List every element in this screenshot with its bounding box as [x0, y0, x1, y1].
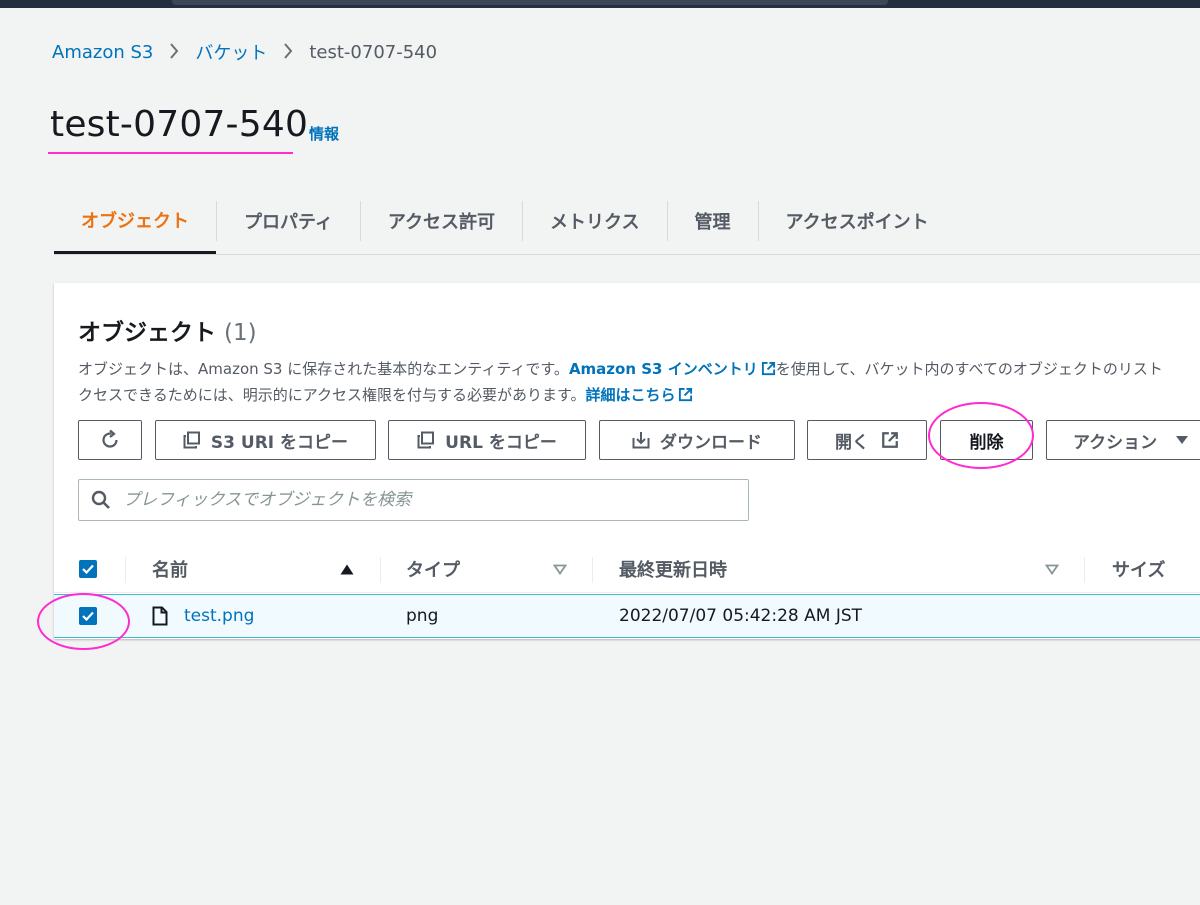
column-header-type[interactable]: タイプ — [406, 545, 460, 593]
download-icon — [632, 432, 650, 449]
learn-more-link[interactable]: 詳細はこちら — [585, 386, 693, 404]
browser-top-bar — [0, 0, 1200, 8]
objects-panel: オブジェクト (1) オブジェクトは、Amazon S3 に保存された基本的なエ… — [54, 283, 1200, 639]
row-type-cell: png — [406, 606, 439, 626]
caret-down-icon — [1176, 436, 1189, 444]
tab-label: アクセスポイント — [785, 212, 929, 233]
annotation-underline — [48, 152, 293, 154]
tab-label: メトリクス — [550, 212, 640, 233]
refresh-button[interactable] — [78, 420, 142, 460]
description-line-2: クセスできるためには、明示的にアクセス権限を付与する必要があります。詳細はこちら — [78, 382, 1200, 408]
sort-desc-icon[interactable] — [553, 564, 567, 575]
tab-permissions[interactable]: アクセス許可 — [361, 188, 522, 254]
sort-desc-icon[interactable] — [1045, 564, 1059, 575]
breadcrumb-buckets[interactable]: バケット — [195, 39, 267, 65]
tab-bar: オブジェクト プロパティ アクセス許可 メトリクス 管理 アクセスポイント — [54, 188, 1200, 255]
search-input[interactable] — [123, 490, 723, 510]
column-header-last-modified[interactable]: 最終更新日時 — [619, 545, 727, 593]
column-divider — [592, 557, 593, 583]
table-row[interactable]: test.png png 2022/07/07 05:42:28 AM JST — [54, 594, 1200, 638]
copy-s3-uri-button[interactable]: S3 URI をコピー — [155, 420, 376, 460]
description-line-1: オブジェクトは、Amazon S3 に保存された基本的なエンティティです。Ama… — [78, 356, 1200, 382]
tab-metrics[interactable]: メトリクス — [523, 188, 666, 254]
sort-asc-icon[interactable] — [340, 564, 354, 575]
tab-objects[interactable]: オブジェクト — [54, 188, 216, 254]
copy-icon — [417, 431, 435, 449]
copy-url-label: URL をコピー — [445, 432, 557, 453]
tab-label: アクセス許可 — [387, 212, 496, 233]
learn-more-label: 詳細はこちら — [585, 386, 676, 404]
chevron-right-icon — [283, 40, 293, 64]
object-name-link[interactable]: test.png — [184, 606, 254, 626]
objects-count: (1) — [224, 320, 257, 346]
search-icon — [91, 490, 110, 509]
browser-url-bar[interactable] — [172, 0, 888, 5]
description-text: オブジェクトは、Amazon S3 に保存された基本的なエンティティです。 — [78, 360, 569, 378]
external-link-icon — [882, 432, 898, 448]
breadcrumb-amazon-s3[interactable]: Amazon S3 — [52, 42, 153, 63]
annotation-circle-delete — [928, 402, 1034, 469]
open-button[interactable]: 開く — [807, 420, 927, 460]
objects-description: オブジェクトは、Amazon S3 に保存された基本的なエンティティです。Ama… — [78, 356, 1200, 408]
tab-access-points[interactable]: アクセスポイント — [759, 188, 956, 254]
copy-s3-uri-label: S3 URI をコピー — [210, 432, 349, 453]
search-box — [78, 479, 749, 521]
inventory-link-label: Amazon S3 インベントリ — [568, 360, 758, 378]
column-header-size[interactable]: サイズ — [1112, 545, 1165, 593]
annotation-circle-checkbox — [37, 593, 130, 650]
checkbox-checked-icon — [79, 560, 97, 578]
objects-heading: オブジェクト (1) — [78, 313, 257, 347]
tab-properties[interactable]: プロパティ — [217, 188, 360, 254]
copy-url-button[interactable]: URL をコピー — [388, 420, 586, 460]
open-label: 開く — [835, 432, 869, 453]
column-header-name[interactable]: 名前 — [152, 545, 188, 593]
row-last-modified-cell: 2022/07/07 05:42:28 AM JST — [619, 606, 863, 626]
info-link[interactable]: 情報 — [309, 123, 339, 144]
row-name-cell: test.png — [152, 595, 254, 637]
tab-management[interactable]: 管理 — [668, 188, 758, 254]
column-divider — [380, 557, 381, 583]
chevron-right-icon — [169, 40, 179, 64]
tab-label: 管理 — [694, 212, 731, 233]
inventory-link[interactable]: Amazon S3 インベントリ — [569, 360, 776, 378]
table-header: 名前 タイプ 最終更新日時 サイズ — [54, 545, 1200, 593]
external-link-icon — [761, 361, 775, 376]
page-title: test-0707-540 — [50, 104, 309, 145]
copy-icon — [183, 431, 200, 449]
objects-title: オブジェクト — [78, 320, 216, 346]
column-divider — [1084, 557, 1085, 583]
download-button[interactable]: ダウンロード — [599, 420, 795, 460]
column-divider — [125, 557, 126, 583]
select-all-checkbox[interactable] — [79, 545, 97, 593]
breadcrumb-current: test-0707-540 — [309, 41, 438, 63]
description-text: を使用して、バケット内のすべてのオブジェクトのリスト — [775, 360, 1163, 378]
description-text: クセスできるためには、明示的にアクセス権限を付与する必要があります。 — [78, 386, 586, 404]
tab-label: プロパティ — [244, 212, 333, 233]
actions-dropdown[interactable]: アクション — [1046, 420, 1200, 460]
tab-label: オブジェクト — [81, 210, 189, 232]
external-link-icon — [679, 387, 693, 402]
file-icon — [152, 606, 168, 626]
breadcrumb: Amazon S3 バケット test-0707-540 — [52, 39, 438, 65]
actions-label: アクション — [1073, 432, 1158, 453]
refresh-icon — [102, 429, 118, 448]
download-label: ダウンロード — [660, 432, 762, 453]
